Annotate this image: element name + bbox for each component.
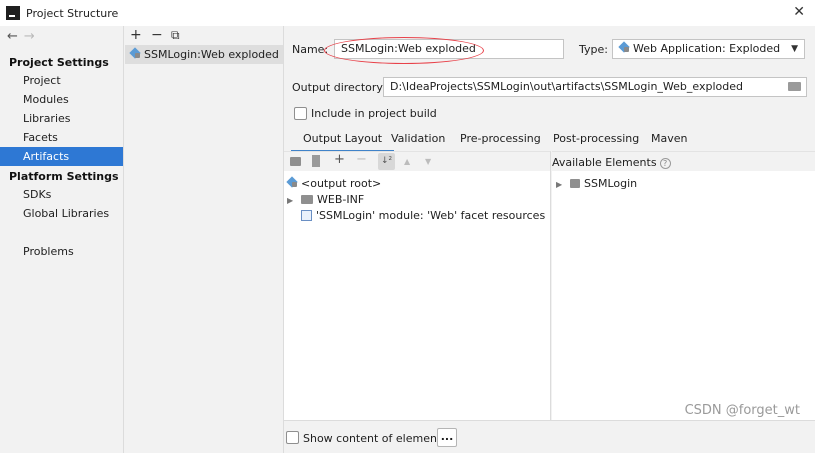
tab-maven[interactable]: Maven <box>651 132 687 145</box>
sort-icon: ↓² <box>381 156 393 166</box>
sidebar-item-libraries[interactable]: Libraries <box>0 109 123 128</box>
output-layout-panel: + − ↓² ▲ ▼ <output root> ▶ WEB-INF 'SSML… <box>284 151 551 420</box>
tree-node-web-inf[interactable]: WEB-INF <box>301 193 364 206</box>
facet-resources-icon <box>301 210 312 221</box>
tab-output-layout[interactable]: Output Layout <box>290 132 395 153</box>
expand-arrow-icon[interactable]: ▶ <box>556 180 562 189</box>
name-label: Name: <box>292 43 329 56</box>
sidebar-item-problems[interactable]: Problems <box>0 242 123 261</box>
tab-post-processing[interactable]: Post-processing <box>553 132 639 145</box>
tab-validation[interactable]: Validation <box>391 132 445 145</box>
artifact-name: SSMLogin:Web exploded <box>144 48 279 61</box>
more-options-button[interactable]: ... <box>437 428 457 447</box>
remove-artifact-button[interactable]: − <box>151 27 163 43</box>
move-up-icon[interactable]: ▲ <box>404 157 410 166</box>
include-in-build-label: Include in project build <box>311 107 437 120</box>
type-dropdown[interactable]: Web Application: Exploded ▼ <box>612 39 805 59</box>
show-content-checkbox[interactable] <box>286 431 299 444</box>
tree-node-label: <output root> <box>301 177 382 190</box>
tree-node-label: WEB-INF <box>317 193 365 206</box>
available-node-ssmlogin[interactable]: SSMLogin <box>570 177 637 190</box>
sidebar-item-facets[interactable]: Facets <box>0 128 123 147</box>
tree-node-output-root[interactable]: <output root> <box>287 177 381 190</box>
artifact-editor: Name: SSMLogin:Web exploded Type: Web Ap… <box>284 26 815 453</box>
tree-node-facet-resources[interactable]: 'SSMLogin' module: 'Web' facet resources <box>301 209 545 222</box>
artifacts-list-panel: + − ⧉ SSMLogin:Web exploded <box>124 26 284 453</box>
sidebar-item-project[interactable]: Project <box>0 71 123 90</box>
forward-arrow-icon[interactable]: → <box>24 29 41 44</box>
window-title: Project Structure <box>26 7 119 20</box>
layout-toolbar: + − ↓² ▲ ▼ <box>284 152 550 171</box>
module-folder-icon <box>570 179 580 188</box>
intellij-app-icon <box>6 6 20 20</box>
archive-icon[interactable] <box>312 155 320 167</box>
name-field[interactable]: SSMLogin:Web exploded <box>334 39 564 59</box>
output-directory-value: D:\IdeaProjects\SSMLogin\out\artifacts\S… <box>390 80 743 93</box>
folder-icon <box>301 195 313 204</box>
add-artifact-button[interactable]: + <box>130 27 142 43</box>
add-icon[interactable]: + <box>334 152 345 167</box>
project-settings-heading: Project Settings <box>9 56 109 69</box>
type-dropdown-value: Web Application: Exploded <box>633 42 781 55</box>
settings-sidebar: ←→ Project Settings Project Modules Libr… <box>0 26 124 453</box>
move-down-icon[interactable]: ▼ <box>425 157 431 166</box>
available-elements-header: Available Elements? <box>552 152 815 171</box>
watermark: CSDN @forget_wt <box>684 403 800 418</box>
output-directory-field[interactable]: D:\IdeaProjects\SSMLogin\out\artifacts\S… <box>383 77 807 97</box>
sidebar-item-modules[interactable]: Modules <box>0 90 123 109</box>
available-elements-panel: Available Elements? ▶ SSMLogin <box>552 151 815 420</box>
sidebar-item-global-libraries[interactable]: Global Libraries <box>0 204 123 223</box>
platform-settings-heading: Platform Settings <box>9 170 119 183</box>
tab-pre-processing[interactable]: Pre-processing <box>460 132 541 145</box>
remove-icon[interactable]: − <box>356 152 367 167</box>
output-directory-label: Output directory: <box>292 81 386 94</box>
title-bar: Project Structure ✕ <box>0 0 815 26</box>
browse-folder-icon[interactable] <box>788 80 802 92</box>
available-elements-heading: Available Elements? <box>552 156 671 169</box>
include-in-build-checkbox[interactable] <box>294 107 307 120</box>
sidebar-item-sdks[interactable]: SDKs <box>0 185 123 204</box>
expand-arrow-icon[interactable]: ▶ <box>287 196 293 205</box>
chevron-down-icon: ▼ <box>791 44 798 54</box>
show-content-label: Show content of elements <box>303 432 447 445</box>
copy-artifact-button[interactable]: ⧉ <box>171 28 180 43</box>
tree-node-label: 'SSMLogin' module: 'Web' facet resources <box>316 209 546 222</box>
editor-tabs: Output Layout Validation Pre-processing … <box>284 127 815 153</box>
help-icon[interactable]: ? <box>659 158 671 169</box>
artifact-list-item[interactable]: SSMLogin:Web exploded <box>125 45 283 64</box>
sidebar-item-artifacts[interactable]: Artifacts <box>0 147 123 166</box>
name-field-value: SSMLogin:Web exploded <box>341 42 476 55</box>
back-arrow-icon[interactable]: ← <box>7 29 24 44</box>
type-label: Type: <box>579 43 608 56</box>
new-folder-icon[interactable] <box>290 155 301 168</box>
output-root-icon <box>287 177 298 188</box>
web-artifact-icon <box>130 48 141 59</box>
web-application-icon <box>619 42 630 53</box>
close-icon[interactable]: ✕ <box>793 4 805 20</box>
available-node-label: SSMLogin <box>584 177 638 190</box>
bottom-bar: Show content of elements ... <box>284 420 815 453</box>
history-navigation: ←→ <box>7 29 41 44</box>
